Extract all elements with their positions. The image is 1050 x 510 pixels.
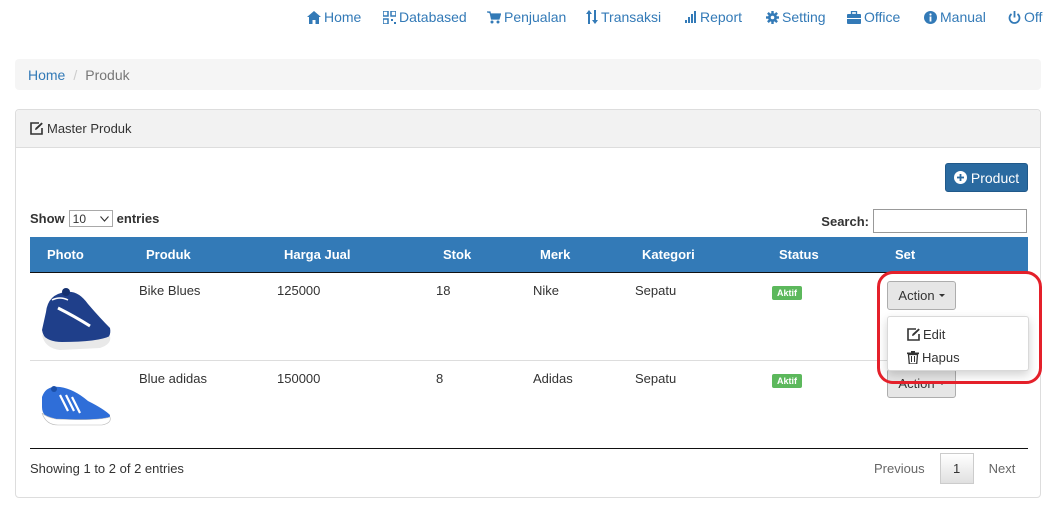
- col-header-set[interactable]: Set: [895, 247, 915, 262]
- power-off-icon: [1008, 10, 1021, 24]
- nav-databased[interactable]: Databased: [383, 9, 467, 25]
- edit-icon: [30, 122, 43, 135]
- master-produk-panel: Master Produk Product Show 10 entries Se…: [15, 109, 1041, 498]
- col-header-status[interactable]: Status: [779, 247, 819, 262]
- nav-office-label: Office: [864, 9, 901, 25]
- entries-length-select[interactable]: 10: [68, 210, 113, 227]
- nav-penjualan[interactable]: Penjualan: [487, 9, 566, 25]
- nav-transaksi[interactable]: Transaksi: [586, 9, 661, 25]
- nav-report[interactable]: Report: [685, 9, 742, 25]
- pagination: Previous 1 Next: [874, 453, 1015, 484]
- action-dropdown-button[interactable]: Action: [887, 281, 956, 310]
- nav-databased-label: Databased: [399, 9, 467, 25]
- col-header-produk[interactable]: Produk: [146, 247, 191, 262]
- menu-item-edit[interactable]: Edit: [888, 323, 1028, 346]
- col-header-kategori[interactable]: Kategori: [642, 247, 695, 262]
- col-header-harga[interactable]: Harga Jual: [284, 247, 350, 262]
- nav-office[interactable]: Office: [847, 9, 900, 25]
- search-input[interactable]: [873, 209, 1027, 233]
- status-badge: Aktif: [772, 284, 802, 300]
- info-icon: [924, 10, 937, 24]
- nav-home-label: Home: [324, 9, 362, 25]
- action-dropdown-button[interactable]: Action: [887, 369, 956, 398]
- nav-home[interactable]: Home: [307, 9, 361, 25]
- product-photo-adidas: [41, 386, 111, 426]
- cell-produk: Blue adidas: [139, 371, 207, 386]
- pagination-previous[interactable]: Previous: [874, 461, 925, 476]
- nav-off-label: Off: [1024, 9, 1043, 25]
- col-header-stok[interactable]: Stok: [443, 247, 471, 262]
- cell-merk: Adidas: [533, 371, 573, 386]
- col-header-merk[interactable]: Merk: [540, 247, 570, 262]
- search-control: Search:: [821, 209, 1027, 233]
- cell-merk: Nike: [533, 283, 560, 298]
- gear-icon: [766, 10, 779, 24]
- trash-icon: [907, 351, 919, 364]
- pagination-next[interactable]: Next: [989, 461, 1016, 476]
- menu-item-hapus[interactable]: Hapus: [888, 346, 1028, 369]
- breadcrumb-separator: /: [73, 66, 78, 83]
- top-navbar: Home Databased Penjualan Transaksi Repor…: [0, 0, 1050, 36]
- chevron-down-icon: [99, 215, 109, 222]
- status-badge-label: Aktif: [772, 286, 802, 300]
- nav-manual-label: Manual: [940, 9, 986, 25]
- cell-kategori: Sepatu: [635, 283, 677, 298]
- table-row: Bike Blues 125000 18 Nike Sepatu Aktif A…: [30, 273, 1028, 361]
- panel-heading: Master Produk: [16, 110, 1040, 148]
- action-dropdown-menu: Edit Hapus: [887, 316, 1029, 371]
- cart-icon: [487, 10, 501, 23]
- menu-item-hapus-label: Hapus: [922, 350, 960, 365]
- add-product-label: Product: [970, 169, 1020, 186]
- length-value: 10: [72, 211, 87, 226]
- search-label: Search:: [821, 213, 869, 229]
- breadcrumb-current: Produk: [85, 66, 130, 83]
- breadcrumb: Home / Produk: [15, 59, 1041, 90]
- caret-down-icon: [938, 382, 945, 385]
- pagination-page-current[interactable]: 1: [939, 453, 974, 484]
- signal-bars-icon: [685, 11, 696, 23]
- plus-circle-icon: [953, 171, 967, 184]
- status-badge: Aktif: [772, 372, 802, 388]
- product-photo-nike: [42, 288, 111, 350]
- menu-item-edit-label: Edit: [923, 327, 946, 342]
- cell-kategori: Sepatu: [635, 371, 677, 386]
- action-label: Action: [898, 376, 935, 391]
- product-table: Photo Produk Harga Jual Stok Merk Katego…: [30, 237, 1028, 449]
- nav-off[interactable]: Off: [1008, 9, 1042, 25]
- nav-manual[interactable]: Manual: [924, 9, 986, 25]
- nav-report-label: Report: [700, 9, 743, 25]
- nav-setting-label: Setting: [782, 9, 826, 25]
- briefcase-icon: [847, 10, 861, 24]
- cell-produk: Bike Blues: [139, 283, 201, 298]
- length-suffix: entries: [116, 211, 160, 226]
- panel-title: Master Produk: [47, 121, 132, 136]
- cell-harga: 125000: [277, 283, 321, 298]
- col-header-photo[interactable]: Photo: [47, 247, 84, 262]
- home-icon: [307, 10, 321, 24]
- caret-down-icon: [938, 294, 945, 297]
- cell-stok: 8: [436, 371, 444, 386]
- cell-stok: 18: [436, 283, 451, 298]
- status-badge-label: Aktif: [772, 374, 802, 388]
- cell-harga: 150000: [277, 371, 321, 386]
- table-info: Showing 1 to 2 of 2 entries: [30, 461, 184, 476]
- add-product-button[interactable]: Product: [945, 163, 1028, 192]
- sort-arrows-icon: [586, 10, 598, 24]
- table-row: Blue adidas 150000 8 Adidas Sepatu Aktif…: [30, 361, 1028, 449]
- action-label: Action: [898, 288, 935, 303]
- nav-setting[interactable]: Setting: [766, 9, 826, 25]
- breadcrumb-home-link[interactable]: Home: [28, 67, 65, 83]
- entries-length-control: Show 10 entries: [30, 210, 159, 227]
- table-header: Photo Produk Harga Jual Stok Merk Katego…: [30, 237, 1028, 273]
- length-prefix: Show: [30, 211, 65, 226]
- nav-transaksi-label: Transaksi: [601, 9, 662, 25]
- qrcode-icon: [383, 10, 396, 24]
- edit-icon: [907, 328, 920, 341]
- nav-penjualan-label: Penjualan: [504, 9, 567, 25]
